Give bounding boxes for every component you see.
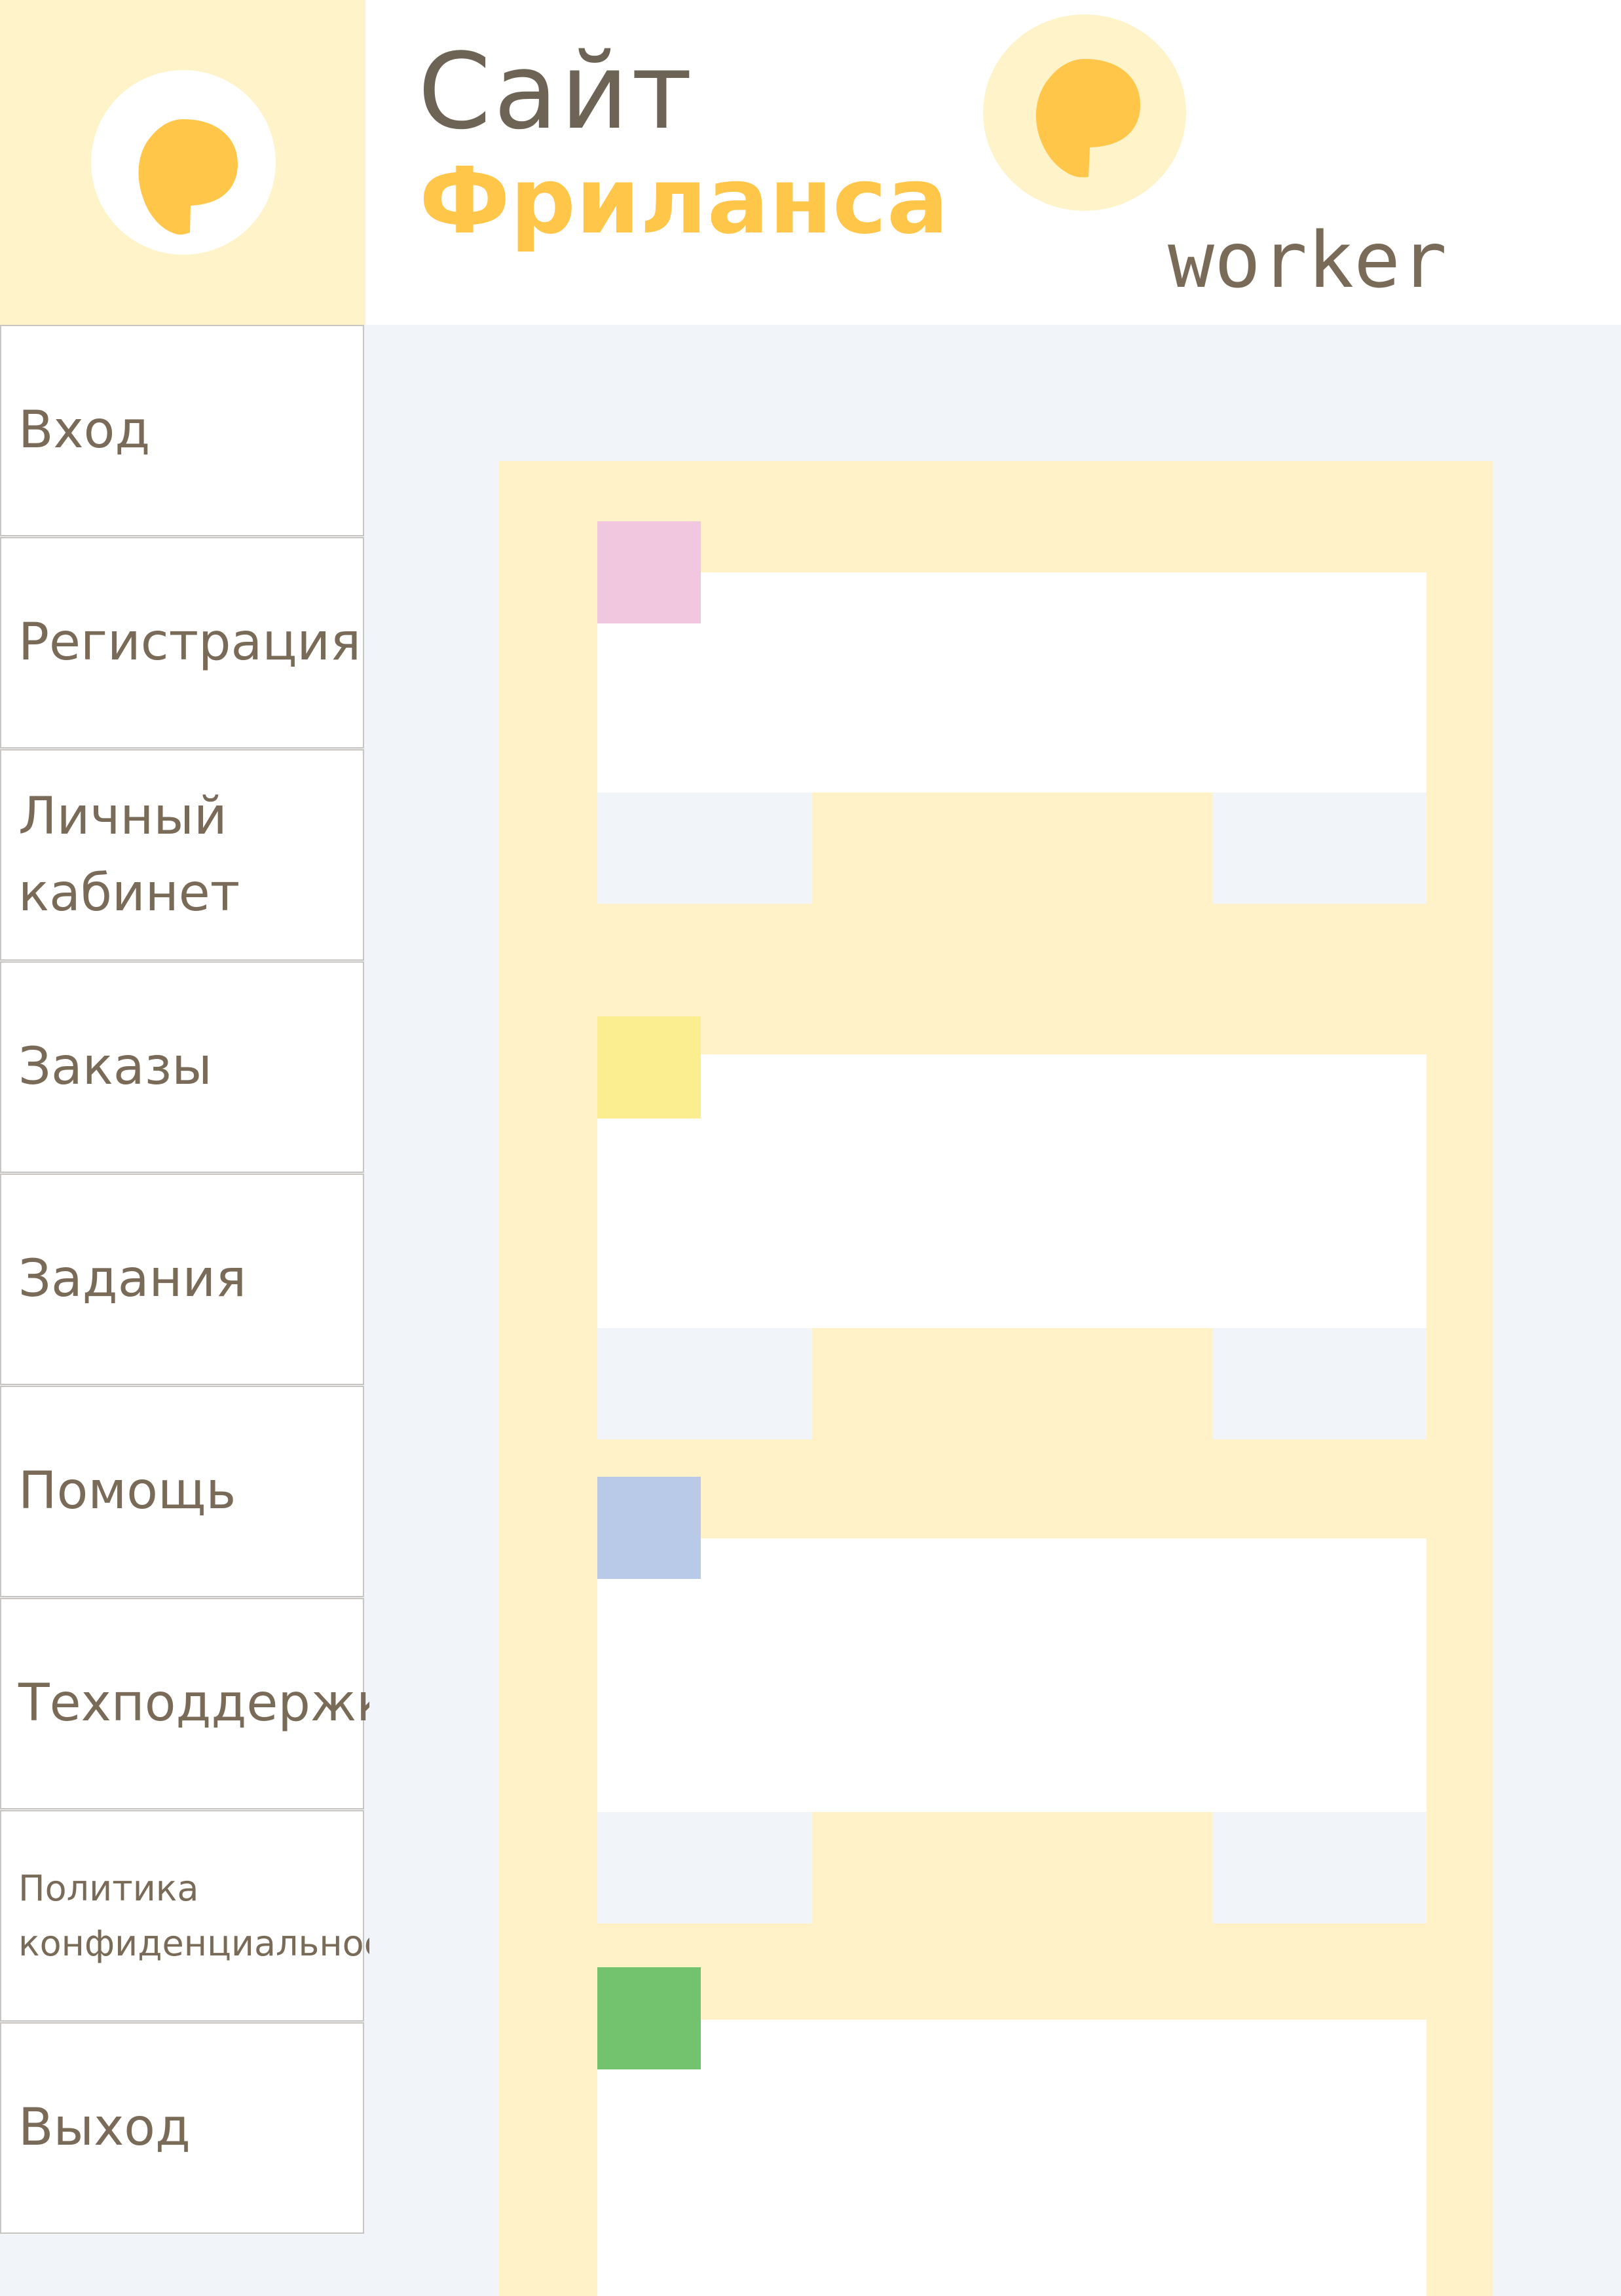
sidebar-item-privacy[interactable]: Политика конфиденциальности [0, 1810, 427, 2022]
card-color-tag [597, 1016, 701, 1119]
speech-bubble-icon [1035, 59, 1140, 177]
card-left-button[interactable] [597, 1812, 812, 1923]
card-body [597, 1538, 1426, 1812]
header-logo-icon [983, 14, 1186, 211]
sidebar-item-support[interactable]: Техподдержка [0, 1598, 419, 1809]
logo-box [0, 0, 365, 325]
card-color-tag [597, 1477, 701, 1579]
site-title: Сайт [418, 30, 695, 153]
sidebar-item-label: Выход [18, 2098, 191, 2157]
speech-bubble-icon [138, 119, 238, 235]
logo-icon[interactable] [91, 70, 276, 255]
sidebar-item-label: Помощь [18, 1462, 236, 1521]
card-right-button[interactable] [1213, 1812, 1426, 1923]
card-left-button[interactable] [597, 1328, 812, 1439]
sidebar-item-orders[interactable]: Заказы [0, 961, 364, 1173]
role-label: worker [1168, 215, 1447, 305]
sidebar-item-label: Заказы [18, 1037, 212, 1096]
sidebar-item-label: Регистрация [18, 613, 362, 672]
card-body [597, 2020, 1426, 2296]
card-left-button[interactable] [597, 792, 812, 904]
sidebar-item-help[interactable]: Помощь [0, 1386, 364, 1597]
sidebar-item-label: Личный кабинет [18, 787, 240, 923]
sidebar-item-account[interactable]: Личный кабинет [0, 749, 364, 961]
sidebar-item-tasks[interactable]: Задания [0, 1174, 364, 1385]
card-right-button[interactable] [1213, 1328, 1426, 1439]
sidebar-item-label: Политика конфиденциальности [18, 1867, 427, 1964]
sidebar-item-login[interactable]: Вход [0, 325, 364, 536]
card-right-button[interactable] [1213, 792, 1426, 904]
card-body [597, 572, 1426, 792]
card-color-tag [597, 521, 701, 623]
sidebar-item-label: Техподдержка [18, 1674, 419, 1733]
sidebar-item-register[interactable]: Регистрация [0, 537, 364, 749]
card-body [597, 1054, 1426, 1328]
card-color-tag [597, 1967, 701, 2069]
header: Сайт Фриланса worker [0, 0, 1621, 325]
sidebar-item-label: Задания [18, 1250, 247, 1308]
sidebar-item-logout[interactable]: Выход [0, 2022, 364, 2234]
site-subtitle: Фриланса [419, 148, 949, 255]
sidebar-item-label: Вход [18, 401, 151, 460]
